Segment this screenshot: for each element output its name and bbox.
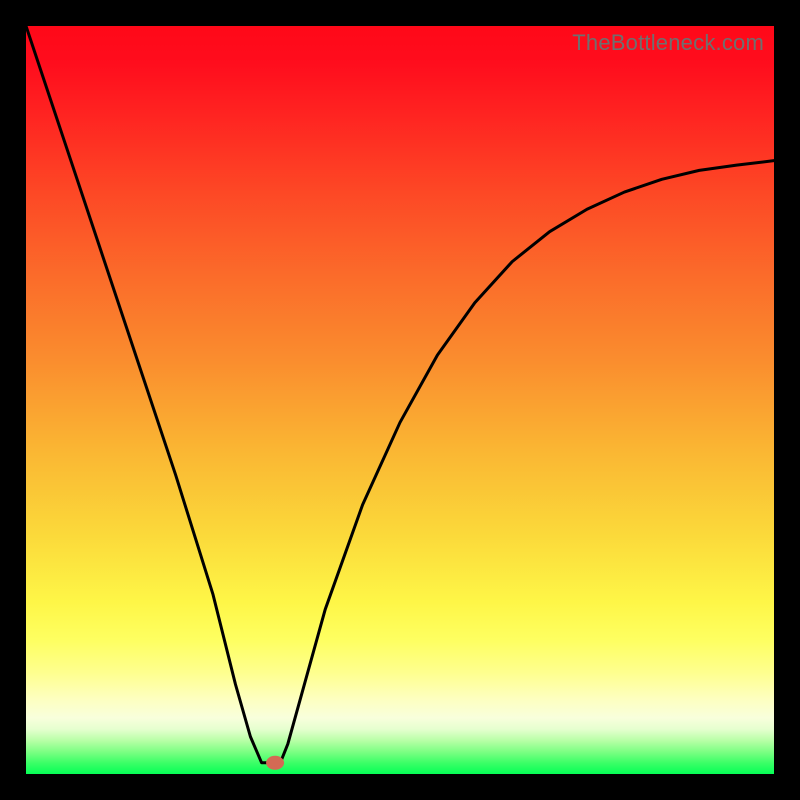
bottleneck-curve bbox=[26, 26, 774, 763]
attribution-label: TheBottleneck.com bbox=[572, 30, 764, 56]
optimal-point-marker bbox=[266, 756, 284, 770]
curve-layer bbox=[26, 26, 774, 774]
chart-frame: TheBottleneck.com bbox=[0, 0, 800, 800]
plot-area: TheBottleneck.com bbox=[26, 26, 774, 774]
